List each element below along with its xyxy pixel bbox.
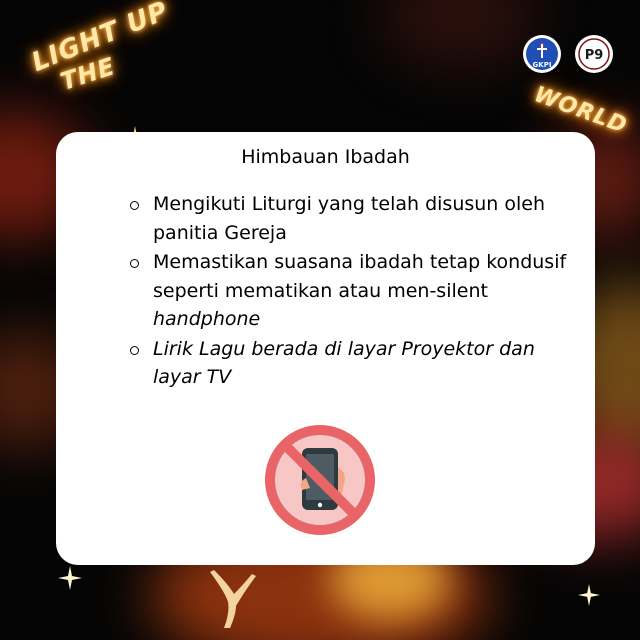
gkpi-logo: GKPI <box>522 34 562 74</box>
logo-group: GKPI P9 <box>522 34 614 74</box>
bullet-icon <box>130 201 139 210</box>
p9-logo-text: P9 <box>585 48 604 63</box>
list-item-text: Mengikuti Liturgi yang telah disusun ole… <box>153 193 546 244</box>
list-item-text: Memastikan suasana ibadah tetap kondusif… <box>153 251 567 302</box>
sparkle-icon <box>578 584 600 606</box>
list-item: Mengikuti Liturgi yang telah disusun ole… <box>130 190 580 247</box>
list-item: Memastikan suasana ibadah tetap kondusif… <box>130 248 580 334</box>
announcement-card: Himbauan Ibadah Mengikuti Liturgi yang t… <box>56 132 595 565</box>
bullet-icon <box>130 345 139 355</box>
list-item: Lirik Lagu berada di layar Proyektor dan… <box>130 335 580 392</box>
guideline-list: Mengikuti Liturgi yang telah disusun ole… <box>130 190 580 393</box>
dancer-figure-icon <box>210 570 256 628</box>
bullet-icon <box>130 259 139 268</box>
p9-logo: P9 <box>574 34 614 74</box>
list-item-emphasis: handphone <box>153 308 261 330</box>
sparkle-icon <box>58 566 82 590</box>
list-item-text: Lirik Lagu berada di layar Proyektor dan… <box>153 337 535 389</box>
gkpi-logo-text: GKPI <box>533 61 552 69</box>
card-title: Himbauan Ibadah <box>241 146 410 168</box>
no-phone-icon <box>265 425 375 535</box>
